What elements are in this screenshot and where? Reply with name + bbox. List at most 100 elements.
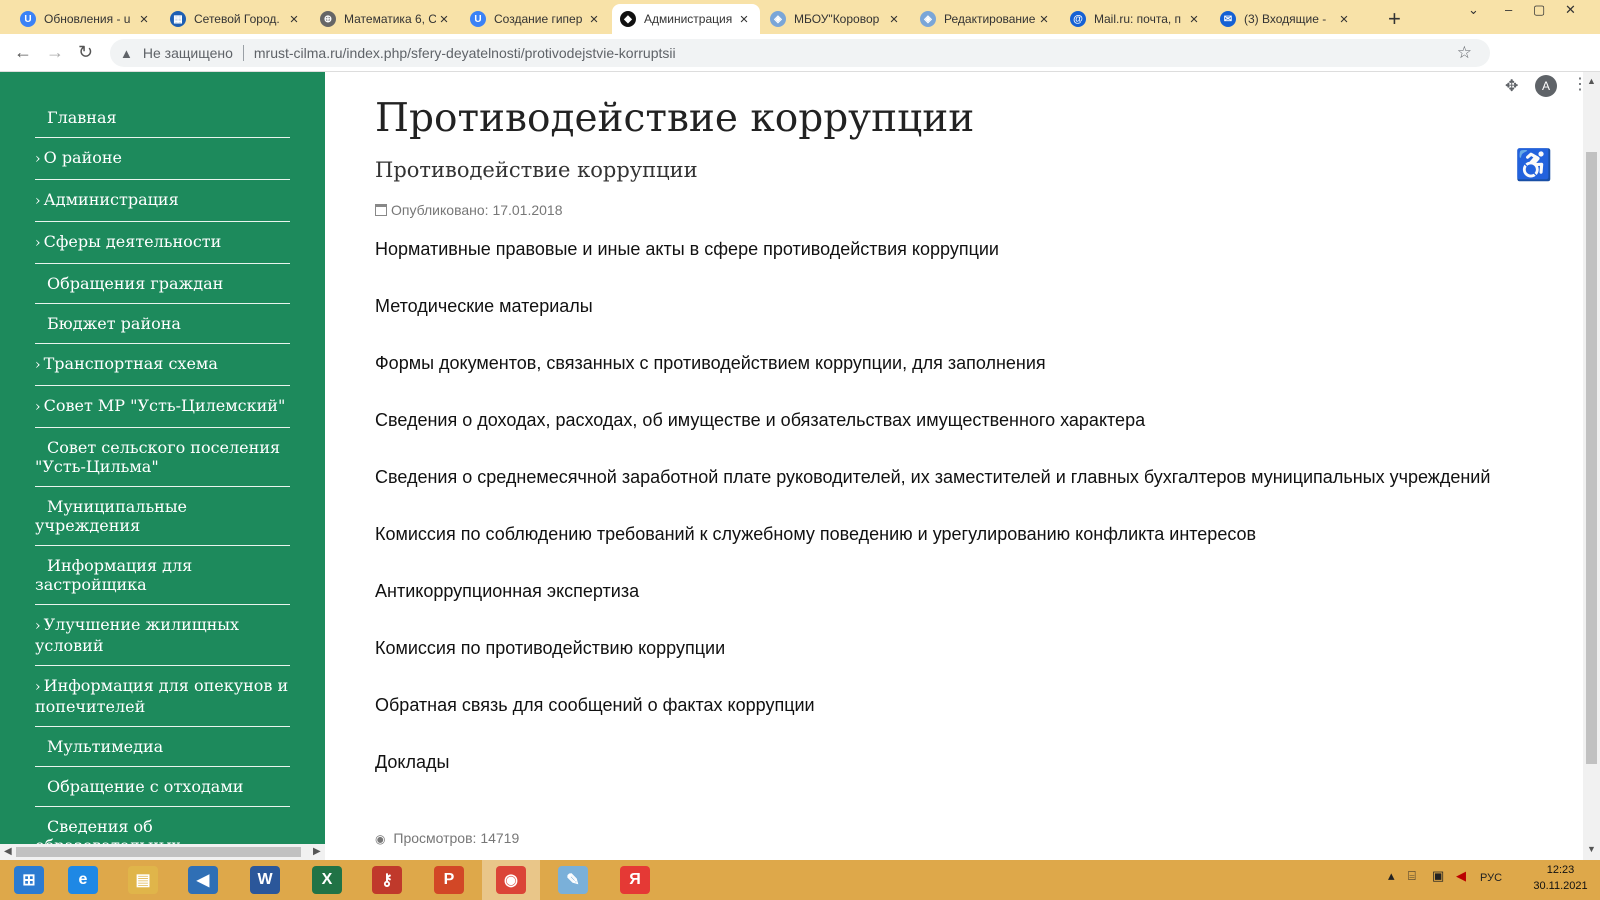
taskbar-button[interactable]: Я xyxy=(606,860,664,900)
article-link[interactable]: Формы документов, связанных с противодей… xyxy=(375,354,1505,373)
close-tab-icon[interactable]: × xyxy=(1336,11,1352,28)
taskbar-button[interactable]: ✎ xyxy=(544,860,602,900)
sidebar-item[interactable]: Совет сельского поселения "Усть-Цильма" xyxy=(35,428,290,487)
omnibox[interactable]: ▲ Не защищено mrust-cilma.ru/index.php/s… xyxy=(110,39,1490,67)
close-window-icon[interactable]: ✕ xyxy=(1565,2,1576,18)
close-tab-icon[interactable]: × xyxy=(436,11,452,28)
warning-icon[interactable]: ▲ xyxy=(120,46,133,61)
sidebar-item[interactable]: › Информация для опекунов и попечителей xyxy=(35,666,290,727)
browser-tab[interactable]: ◆ Администрация × xyxy=(612,4,760,34)
browser-tab[interactable]: ◈ Редактирование × xyxy=(912,4,1060,34)
taskbar-button[interactable]: ◉ xyxy=(482,860,540,900)
sidebar-item[interactable]: Информация для застройщика xyxy=(35,546,290,605)
close-tab-icon[interactable]: × xyxy=(736,11,752,28)
url-text[interactable]: mrust-cilma.ru/index.php/sfery-deyatelno… xyxy=(254,45,676,61)
sidebar-item[interactable]: Муниципальные учреждения xyxy=(35,487,290,546)
sidebar-item-label[interactable]: Совет МР "Усть-Цилемский" xyxy=(44,396,286,415)
scroll-down-icon[interactable]: ▼ xyxy=(1587,844,1596,854)
browser-tab[interactable]: ◈ МБОУ"Коровор × xyxy=(762,4,910,34)
chevron-down-icon[interactable]: ⌄ xyxy=(1468,2,1479,18)
sidebar-item-label[interactable]: Бюджет района xyxy=(47,314,181,333)
sidebar-item[interactable]: Обращения граждан xyxy=(35,264,290,304)
article-link[interactable]: Доклады xyxy=(375,753,1505,772)
new-tab-button[interactable]: + xyxy=(1388,6,1401,32)
taskbar-button[interactable]: ▤ xyxy=(114,860,172,900)
maximize-icon[interactable]: ▢ xyxy=(1533,2,1545,18)
sidebar-item-label[interactable]: Обращение с отходами xyxy=(47,777,243,796)
sidebar-item[interactable]: › Сферы деятельности xyxy=(35,222,290,264)
taskbar-button[interactable]: ◀ xyxy=(174,860,232,900)
horizontal-scrollbar[interactable]: ◀ ▶ xyxy=(0,844,325,860)
forward-icon[interactable]: → xyxy=(46,42,64,63)
taskbar-button[interactable]: ⚷ xyxy=(358,860,416,900)
close-tab-icon[interactable]: × xyxy=(586,11,602,28)
sidebar-item-label[interactable]: О районе xyxy=(44,148,122,167)
horizontal-scroll-thumb[interactable] xyxy=(16,847,301,857)
browser-tab[interactable]: U Обновления - u × xyxy=(12,4,160,34)
article-link[interactable]: Сведения о среднемесячной заработной пла… xyxy=(375,468,1505,487)
close-tab-icon[interactable]: × xyxy=(136,11,152,28)
scroll-left-icon[interactable]: ◀ xyxy=(4,846,12,857)
close-tab-icon[interactable]: × xyxy=(1036,11,1052,28)
close-tab-icon[interactable]: × xyxy=(286,11,302,28)
device-icon[interactable]: ⌸ xyxy=(1408,868,1416,884)
taskbar-button[interactable]: W xyxy=(236,860,294,900)
scroll-up-icon[interactable]: ▲ xyxy=(1587,76,1596,86)
language-indicator[interactable]: РУС xyxy=(1480,872,1502,884)
sidebar-item-label[interactable]: Обращения граждан xyxy=(47,274,223,293)
minimize-icon[interactable]: – xyxy=(1505,2,1512,17)
article-link[interactable]: Обратная связь для сообщений о фактах ко… xyxy=(375,696,1505,715)
sidebar-item[interactable]: › О районе xyxy=(35,138,290,180)
sidebar-item[interactable]: Бюджет района xyxy=(35,304,290,344)
sidebar-item[interactable]: Сведения об образовательных организациях… xyxy=(35,807,290,844)
article-link[interactable]: Антикоррупционная экспертиза xyxy=(375,582,1505,601)
scroll-right-icon[interactable]: ▶ xyxy=(313,846,321,857)
article-link[interactable]: Методические материалы xyxy=(375,297,1505,316)
sidebar-item[interactable]: Мультимедиа xyxy=(35,727,290,767)
sidebar-item-label[interactable]: Муниципальные учреждения xyxy=(35,497,187,535)
network-icon[interactable]: ▣ xyxy=(1432,868,1444,884)
browser-tab[interactable]: ⊕ Математика 6, С × xyxy=(312,4,460,34)
close-tab-icon[interactable]: × xyxy=(886,11,902,28)
browser-tab[interactable]: ▦ Сетевой Город. × xyxy=(162,4,310,34)
accessibility-icon[interactable]: ♿ xyxy=(1515,148,1552,183)
article-link[interactable]: Комиссия по противодействию коррупции xyxy=(375,639,1505,658)
article-link[interactable]: Комиссия по соблюдению требований к служ… xyxy=(375,525,1505,544)
back-icon[interactable]: ← xyxy=(14,42,32,63)
at-icon: @ xyxy=(1070,11,1086,27)
system-clock[interactable]: 12:23 30.11.2021 xyxy=(1523,862,1598,894)
sidebar-item-label[interactable]: Совет сельского поселения "Усть-Цильма" xyxy=(35,438,280,476)
sidebar-item-label[interactable]: Информация для застройщика xyxy=(35,556,192,594)
article-link[interactable]: Сведения о доходах, расходах, об имущест… xyxy=(375,411,1505,430)
sidebar-item[interactable]: › Совет МР "Усть-Цилемский" xyxy=(35,386,290,428)
sidebar-item[interactable]: › Транспортная схема xyxy=(35,344,290,386)
vertical-scroll-thumb[interactable] xyxy=(1586,152,1597,764)
sidebar-item-label[interactable]: Администрация xyxy=(44,190,179,209)
browser-tab[interactable]: U Создание гипер × xyxy=(462,4,610,34)
sidebar-item-label[interactable]: Главная xyxy=(47,108,117,127)
browser-tab[interactable]: @ Mail.ru: почта, п × xyxy=(1062,4,1210,34)
article-link[interactable]: Нормативные правовые и иные акты в сфере… xyxy=(375,240,1505,259)
taskbar-button[interactable]: e xyxy=(54,860,112,900)
taskbar-button[interactable]: X xyxy=(298,860,356,900)
sidebar-item-label[interactable]: Информация для опекунов и попечителей xyxy=(35,676,288,716)
browser-tab[interactable]: ✉ (3) Входящие - × xyxy=(1212,4,1360,34)
taskbar-button[interactable]: ⊞ xyxy=(0,860,58,900)
sidebar-item-label[interactable]: Сведения об образовательных организациях… xyxy=(35,817,265,844)
sidebar-item-label[interactable]: Мультимедиа xyxy=(47,737,163,756)
sidebar-item[interactable]: › Администрация xyxy=(35,180,290,222)
insecure-label[interactable]: Не защищено xyxy=(143,45,233,61)
bookmark-star-icon[interactable]: ☆ xyxy=(1457,43,1472,63)
taskbar-button[interactable]: P xyxy=(420,860,478,900)
volume-muted-icon[interactable]: ◀ xyxy=(1456,868,1466,884)
sidebar-item[interactable]: › Улучшение жилищных условий xyxy=(35,605,290,666)
show-hidden-icons[interactable]: ▴ xyxy=(1388,868,1395,884)
sidebar-item-label[interactable]: Сферы деятельности xyxy=(44,232,222,251)
sidebar-item[interactable]: Обращение с отходами xyxy=(35,767,290,807)
close-tab-icon[interactable]: × xyxy=(1186,11,1202,28)
sidebar-item-label[interactable]: Улучшение жилищных условий xyxy=(35,615,239,655)
reload-icon[interactable]: ↻ xyxy=(78,42,93,63)
sidebar-item[interactable]: Главная xyxy=(35,98,290,138)
sidebar-item-label[interactable]: Транспортная схема xyxy=(44,354,218,373)
vertical-scrollbar[interactable]: ▲ ▼ xyxy=(1583,72,1600,860)
